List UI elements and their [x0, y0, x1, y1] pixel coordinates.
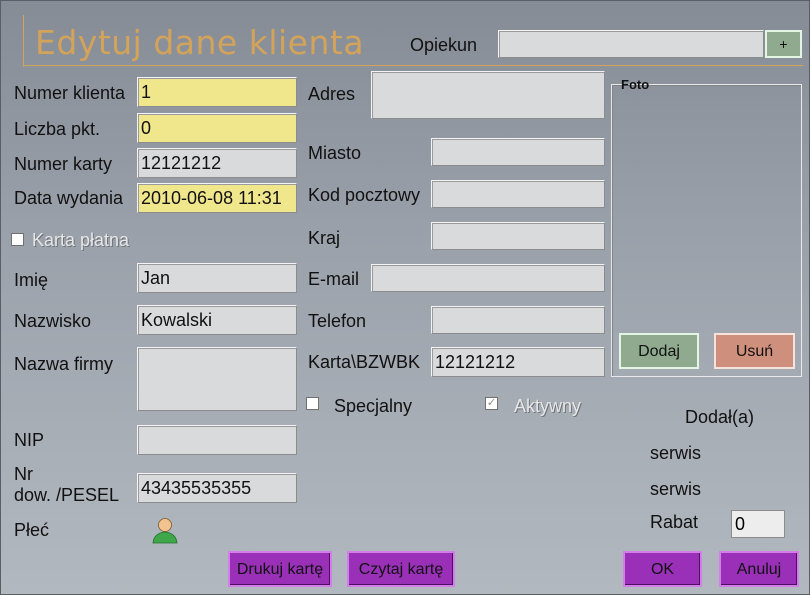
- opiekun-field[interactable]: [498, 30, 764, 58]
- imie-label: Imię: [14, 270, 49, 290]
- telefon-label: Telefon: [308, 311, 367, 331]
- nip-field[interactable]: [137, 425, 297, 455]
- aktywny-label: Aktywny: [514, 396, 582, 416]
- email-label: E-mail: [308, 269, 360, 289]
- numer-klienta-label: Numer klienta: [14, 83, 126, 103]
- kod-pocztowy-label: Kod pocztowy: [308, 185, 421, 205]
- nazwisko-label: Nazwisko: [14, 311, 92, 331]
- edit-client-dialog: Edytuj dane klienta Opiekun + Numer klie…: [0, 0, 810, 595]
- specjalny-label: Specjalny: [334, 396, 413, 416]
- nazwisko-field[interactable]: Kowalski: [137, 305, 297, 335]
- rabat-field[interactable]: 0: [731, 510, 785, 538]
- nazwa-firmy-field[interactable]: [137, 347, 297, 411]
- data-wydania-label: Data wydania: [14, 188, 124, 208]
- karta-platna-checkbox[interactable]: [11, 233, 24, 246]
- photo-area: [615, 97, 798, 319]
- liczba-pkt-field[interactable]: 0: [137, 113, 297, 143]
- nr-dow-label-line2: dow. /PESEL: [14, 485, 120, 505]
- nr-dow-label-line1: Nr: [14, 464, 33, 484]
- kod-pocztowy-field[interactable]: [431, 180, 605, 208]
- nip-label: NIP: [14, 430, 45, 450]
- plec-label: Płeć: [14, 520, 50, 540]
- aktywny-checkbox[interactable]: ✓: [485, 397, 498, 410]
- data-wydania-field[interactable]: 2010-06-08 11:31: [137, 183, 297, 213]
- add-opiekun-button[interactable]: +: [765, 30, 802, 58]
- nazwa-firmy-label: Nazwa firmy: [14, 354, 114, 374]
- pesel-field[interactable]: 43435535355: [137, 473, 297, 503]
- foto-label: Foto: [621, 77, 650, 92]
- cancel-button[interactable]: Anuluj: [719, 551, 799, 587]
- remove-photo-button[interactable]: Usuń: [714, 333, 795, 369]
- title-vertical-rule: [23, 15, 24, 67]
- karta-bzwbk-label: Karta\BZWBK: [308, 352, 421, 372]
- adres-field[interactable]: [371, 71, 605, 119]
- specjalny-checkbox[interactable]: [306, 397, 319, 410]
- kraj-field[interactable]: [431, 222, 605, 250]
- print-card-button[interactable]: Drukuj kartę: [228, 551, 332, 587]
- karta-platna-label: Karta płatna: [32, 230, 130, 250]
- adres-label: Adres: [308, 84, 356, 104]
- read-card-button[interactable]: Czytaj kartę: [347, 551, 455, 587]
- miasto-label: Miasto: [308, 143, 362, 163]
- liczba-pkt-label: Liczba pkt.: [14, 119, 101, 139]
- added-by-user: serwis: [650, 443, 702, 463]
- email-field[interactable]: [371, 264, 605, 292]
- modified-by-user: serwis: [650, 479, 702, 499]
- rabat-label: Rabat: [650, 512, 699, 532]
- kraj-label: Kraj: [308, 228, 341, 248]
- ok-button[interactable]: OK: [623, 551, 702, 587]
- person-icon[interactable]: [152, 516, 178, 544]
- karta-bzwbk-field[interactable]: 12121212: [431, 347, 605, 377]
- dialog-title: Edytuj dane klienta: [35, 23, 365, 62]
- numer-karty-label: Numer karty: [14, 154, 113, 174]
- opiekun-label: Opiekun: [410, 35, 478, 55]
- added-by-label: Dodał(a): [685, 407, 755, 427]
- numer-klienta-field[interactable]: 1: [137, 77, 297, 107]
- title-divider: [23, 65, 803, 66]
- telefon-field[interactable]: [431, 306, 605, 334]
- add-photo-button[interactable]: Dodaj: [619, 333, 699, 369]
- numer-karty-field[interactable]: 12121212: [137, 148, 297, 178]
- imie-field[interactable]: Jan: [137, 263, 297, 293]
- miasto-field[interactable]: [431, 138, 605, 166]
